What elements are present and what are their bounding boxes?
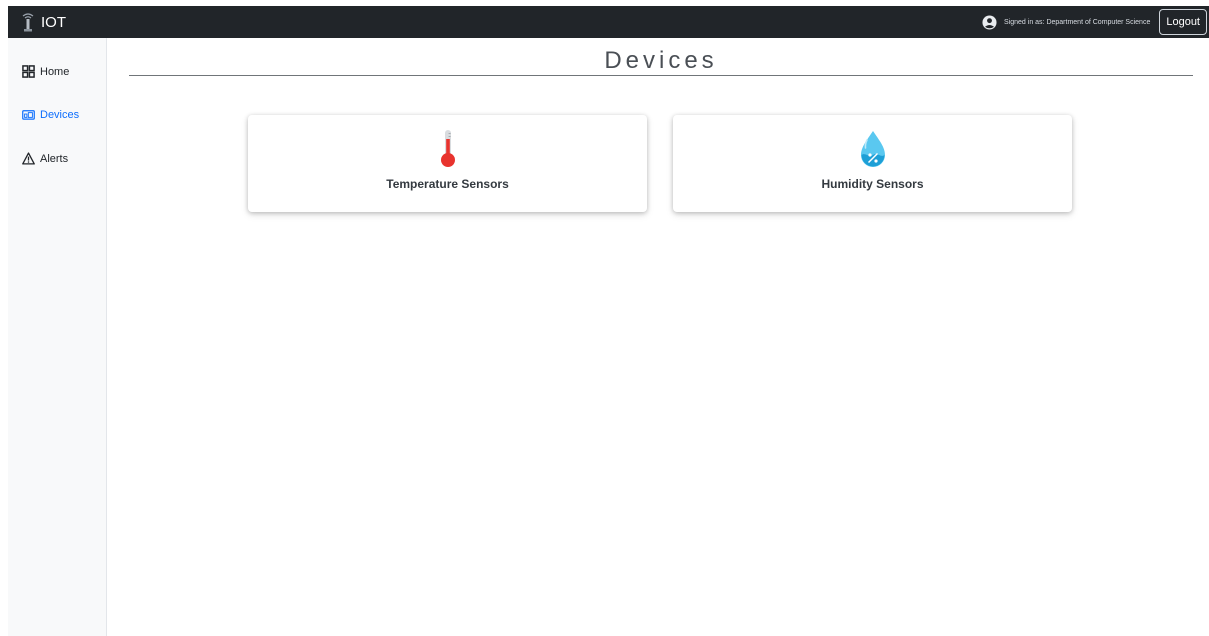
brand-name: IOT [41, 13, 66, 31]
page-title: Devices [604, 47, 718, 74]
humidity-sensors-card[interactable]: Humidity Sensors [673, 115, 1072, 212]
sidebar-item-label: Home [40, 65, 70, 78]
grid-icon [22, 65, 35, 78]
user-area: Signed in as: Department of Computer Sci… [982, 9, 1209, 35]
card-label: Humidity Sensors [821, 177, 924, 191]
sidebar-item-home[interactable]: Home [22, 65, 69, 78]
warning-icon [22, 152, 35, 165]
iot-tower-icon [22, 13, 34, 32]
humidity-drop-icon [860, 131, 885, 167]
temperature-sensors-card[interactable]: Temperature Sensors [248, 115, 647, 212]
signed-in-text: Signed in as: Department of Computer Sci… [1004, 18, 1151, 26]
thermometer-icon [440, 130, 455, 167]
sidebar-item-devices[interactable]: Devices [22, 108, 79, 121]
top-navbar: IOT Signed in as: Department of Computer… [8, 6, 1209, 38]
sidebar: Home Devices Alerts [8, 38, 107, 636]
devices-icon [22, 110, 35, 120]
sidebar-item-alerts[interactable]: Alerts [22, 152, 68, 165]
card-label: Temperature Sensors [386, 177, 509, 191]
user-circle-icon [982, 14, 997, 30]
logout-button[interactable]: Logout [1159, 9, 1207, 35]
sidebar-item-label: Alerts [40, 152, 69, 165]
title-divider [129, 75, 1193, 76]
brand-link[interactable]: IOT [20, 11, 66, 33]
sidebar-item-label: Devices [40, 108, 80, 121]
app-page: IOT Signed in as: Department of Computer… [0, 0, 1209, 636]
